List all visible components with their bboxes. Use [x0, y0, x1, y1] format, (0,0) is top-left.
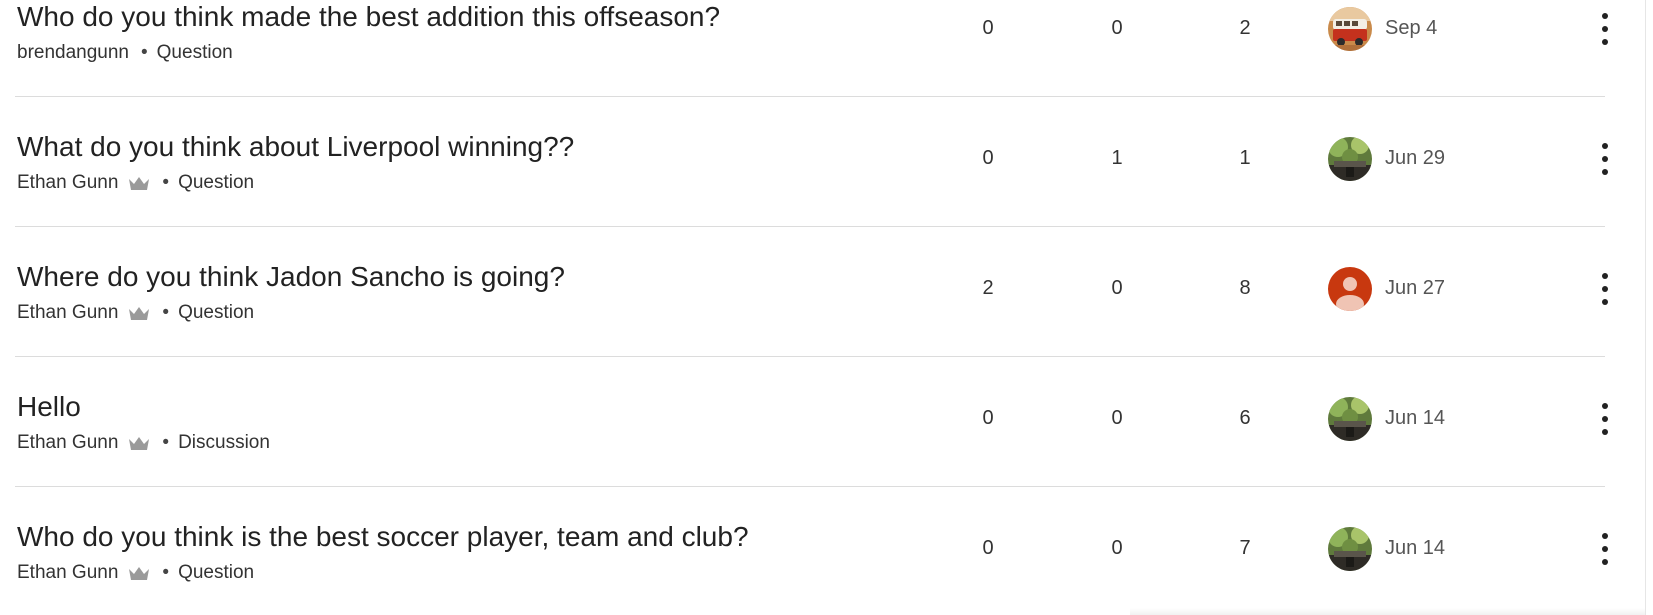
post-meta: Ethan Gunn • Question [17, 301, 254, 325]
likes-count: 0 [982, 147, 994, 169]
post-author[interactable]: Ethan Gunn [17, 301, 118, 325]
post-row: Who do you think is the best soccer play… [15, 487, 1608, 615]
crown-icon [129, 177, 150, 190]
post-type: Question [156, 42, 233, 63]
views-count: 1 [1239, 147, 1251, 169]
meta-separator: • [162, 432, 170, 453]
more-options-icon[interactable] [1597, 271, 1613, 307]
likes-count: 2 [982, 277, 994, 299]
last-activity-date: Jun 14 [1385, 407, 1446, 429]
post-row: What do you think about Liverpool winnin… [15, 97, 1608, 227]
post-type: Discussion [178, 432, 270, 453]
comments-count: 0 [1111, 537, 1123, 559]
post-title[interactable]: Where do you think Jadon Sancho is going… [17, 260, 565, 294]
last-activity-date: Jun 29 [1385, 147, 1446, 169]
scrollbar-track[interactable] [1645, 0, 1646, 615]
meta-separator: • [162, 302, 170, 323]
meta-separator: • [162, 172, 170, 193]
post-meta: brendangunn • Question [17, 41, 233, 65]
comments-count: 0 [1111, 277, 1123, 299]
views-count: 7 [1239, 537, 1251, 559]
likes-count: 0 [982, 17, 994, 39]
post-list: Who do you think made the best addition … [15, 0, 1608, 615]
post-row: Who do you think made the best addition … [15, 0, 1608, 97]
crown-icon [129, 307, 150, 320]
post-type: Question [178, 172, 255, 193]
forum-post-list-page: Who do you think made the best addition … [0, 0, 1653, 615]
more-options-icon[interactable] [1597, 141, 1613, 177]
more-options-icon[interactable] [1597, 401, 1613, 437]
post-author[interactable]: Ethan Gunn [17, 561, 118, 585]
post-type: Question [178, 562, 255, 583]
post-meta: Ethan Gunn • Question [17, 171, 254, 195]
likes-count: 0 [982, 407, 994, 429]
meta-separator: • [141, 42, 148, 63]
post-author[interactable]: Ethan Gunn [17, 171, 118, 195]
more-options-icon[interactable] [1597, 531, 1613, 567]
views-count: 8 [1239, 277, 1251, 299]
post-meta: Ethan Gunn • Discussion [17, 431, 270, 455]
last-activity-date: Sep 4 [1385, 17, 1438, 39]
post-row: Hello Ethan Gunn • Discussion 0 0 6 Jun … [15, 357, 1608, 487]
van-photo-avatar[interactable] [1328, 7, 1372, 51]
garden-photo-avatar[interactable] [1328, 137, 1372, 181]
post-title[interactable]: Who do you think made the best addition … [17, 0, 720, 34]
last-activity-date: Jun 14 [1385, 537, 1446, 559]
garden-photo-avatar[interactable] [1328, 527, 1372, 571]
comments-count: 0 [1111, 17, 1123, 39]
meta-separator: • [162, 562, 170, 583]
post-title[interactable]: Hello [17, 390, 81, 424]
likes-count: 0 [982, 537, 994, 559]
last-activity-date: Jun 27 [1385, 277, 1446, 299]
crown-icon [129, 567, 150, 580]
post-type: Question [178, 302, 255, 323]
post-author[interactable]: Ethan Gunn [17, 431, 118, 455]
default-person-avatar[interactable] [1328, 267, 1372, 311]
crown-icon [129, 437, 150, 450]
comments-count: 1 [1111, 147, 1123, 169]
post-title[interactable]: Who do you think is the best soccer play… [17, 520, 749, 554]
views-count: 6 [1239, 407, 1251, 429]
views-count: 2 [1239, 17, 1251, 39]
post-title[interactable]: What do you think about Liverpool winnin… [17, 130, 574, 164]
comments-count: 0 [1111, 407, 1123, 429]
post-meta: Ethan Gunn • Question [17, 561, 254, 585]
post-author[interactable]: brendangunn [17, 41, 129, 65]
post-row: Where do you think Jadon Sancho is going… [15, 227, 1608, 357]
footer-shadow [1130, 608, 1645, 615]
more-options-icon[interactable] [1597, 11, 1613, 47]
garden-photo-avatar[interactable] [1328, 397, 1372, 441]
